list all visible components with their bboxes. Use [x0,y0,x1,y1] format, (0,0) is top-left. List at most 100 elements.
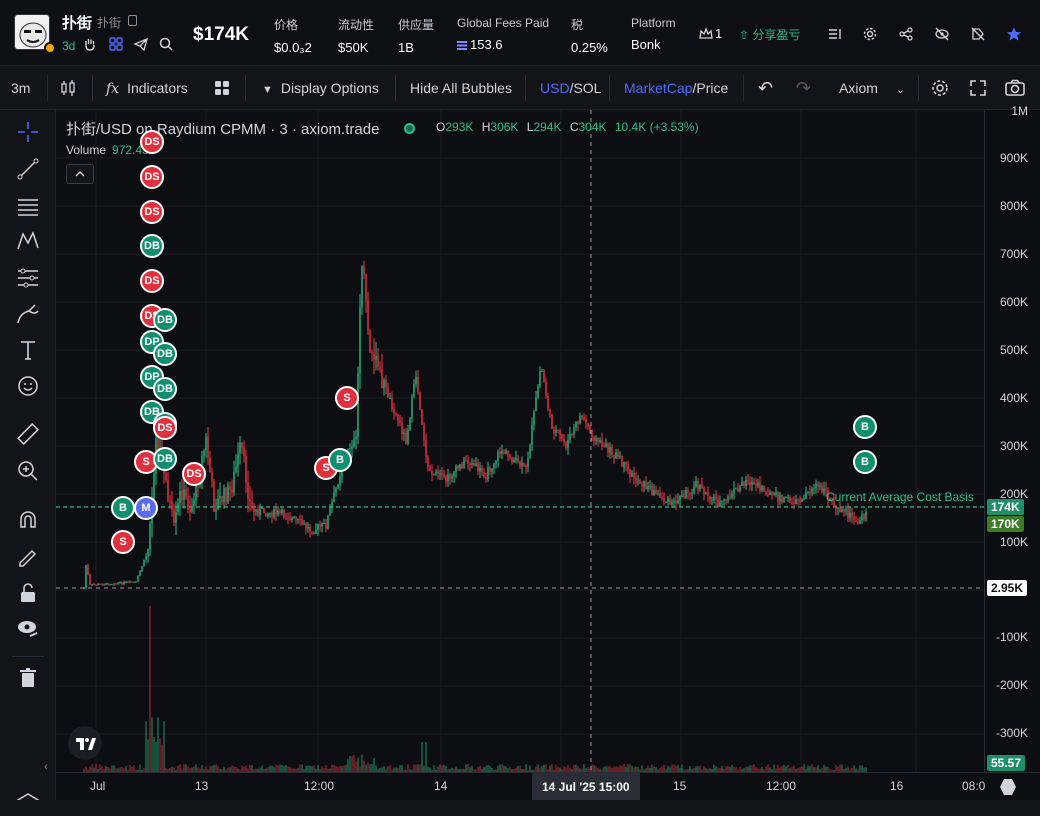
token-header: 扑街 扑街 3d $174K 价格 $0.0₃2 流动性 $50K 供应量 1B… [0,0,1040,66]
copy-icon[interactable] [128,15,137,26]
trade-bubble[interactable]: DS [182,462,206,486]
trade-bubble[interactable]: DS [140,130,164,154]
candle-body [811,488,813,493]
settings-list-icon[interactable] [827,26,843,42]
source-selector[interactable]: Axiom ⌄ [839,66,905,110]
hand-icon[interactable] [82,36,98,52]
candle-body [427,456,429,468]
hide-bubbles-button[interactable]: Hide All Bubbles [410,66,512,110]
pencil-lock-icon[interactable] [15,543,41,569]
trade-bubble[interactable]: DS [140,269,164,293]
usd-option[interactable]: USD [540,80,570,96]
telegram-icon[interactable] [133,36,149,52]
candle-body [521,462,523,467]
display-options-button[interactable]: ▼ Display Options [262,66,379,110]
crosshair-price-tag: 2.95K [987,580,1028,596]
volume-bar [417,764,419,772]
crown-icon[interactable] [698,26,714,42]
candle-body [719,501,721,507]
candle-body [441,473,443,475]
trade-bubble[interactable]: B [853,415,877,439]
currency-toggle[interactable]: USD/SOL [540,66,601,110]
trade-bubble[interactable]: DS [140,165,164,189]
volume-bar [749,765,751,772]
mcap-price-toggle[interactable]: MarketCap/Price [624,66,728,110]
trade-bubble[interactable]: DB [153,342,177,366]
ruler-tool-icon[interactable] [15,421,41,447]
trade-bubble[interactable]: S [111,530,135,554]
volume-bar [215,764,217,772]
trade-bubble[interactable]: DB [153,447,177,471]
volume-bar [361,754,363,772]
zoom-in-icon[interactable] [15,458,41,484]
magnet-icon[interactable] [15,507,41,533]
candle-body [633,472,635,479]
gear-icon[interactable] [862,26,878,42]
time-axis[interactable]: Jul 13 12:00 14 14 Jul '25 15:00 15 12:0… [56,772,1040,801]
trade-bubble[interactable]: DB [140,234,164,258]
trade-bubble[interactable]: DB [153,377,177,401]
undo-icon[interactable]: ↶ [758,66,773,110]
candle-body [349,448,351,450]
trade-bubble[interactable]: S [335,386,359,410]
volume-bar [555,764,557,772]
volume-bar [439,764,441,772]
candle-body [601,439,603,447]
chart-settings-gear-icon[interactable] [930,78,950,98]
candle-body [703,487,705,494]
share-icon[interactable] [898,26,914,42]
expand-arrow-icon[interactable]: ‹ [44,761,48,773]
volume-bar [299,764,301,772]
candle-body [243,447,245,457]
lock-icon[interactable] [15,580,41,606]
share-pnl-button[interactable]: ⇧ 分享盈亏 [739,26,800,43]
link-icon[interactable] [108,36,124,52]
scroll-end-icon[interactable] [1000,779,1016,795]
sol-option[interactable]: /SOL [570,80,602,96]
camera-icon[interactable] [1004,78,1026,98]
crosshair-tool-icon[interactable] [15,119,41,145]
price-axis[interactable]: 1M 900K 800K 700K 600K 500K 400K 300K 20… [984,104,1040,772]
brush-tool-icon[interactable] [15,301,41,327]
marketcap-option[interactable]: MarketCap [624,80,692,96]
redo-icon[interactable]: ↷ [796,66,811,110]
candle-body [541,370,543,372]
candle-body [715,497,717,500]
trash-icon[interactable] [15,665,41,691]
measure-lines-tool-icon[interactable] [15,265,41,291]
hide-eye-icon[interactable] [934,26,950,42]
text-tool-icon[interactable] [15,337,41,363]
chart-canvas[interactable] [56,110,984,772]
eye-icon[interactable] [15,616,41,642]
pattern-tool-icon[interactable] [15,228,41,254]
trade-bubble[interactable]: DB [153,308,177,332]
tradingview-logo-icon[interactable] [68,726,102,760]
candle-body [467,460,469,464]
avg-cost-label: Current Average Cost Basis [826,490,974,504]
volume-bar [365,764,367,772]
indicators-button[interactable]: fx Indicators [106,66,188,110]
candle-body [637,480,639,482]
candle-type-icon[interactable] [59,79,77,97]
trade-bubble[interactable]: B [328,448,352,472]
price-chart[interactable]: 扑街/USD on Raydium CPMM · 3 · axiom.trade… [56,110,984,772]
horizontal-lines-tool-icon[interactable] [15,193,41,219]
trade-bubble[interactable]: M [134,496,158,520]
collapse-legend-button[interactable] [66,164,94,184]
search-icon[interactable] [158,36,174,52]
layout-grid-icon[interactable] [213,79,231,97]
fullscreen-icon[interactable] [968,78,988,98]
emoji-tool-icon[interactable] [15,373,41,399]
trade-bubble[interactable]: B [111,496,135,520]
price-option[interactable]: /Price [692,80,728,96]
trade-bubble[interactable]: DS [140,200,164,224]
star-icon[interactable] [1006,26,1022,42]
interval-selector[interactable]: 3m [11,66,30,110]
volume-bar [301,764,303,772]
candle-body [717,499,719,507]
trendline-tool-icon[interactable] [15,156,41,182]
trade-bubble[interactable]: B [853,450,877,474]
trade-bubble[interactable]: DS [153,416,177,440]
hide-tag-icon[interactable] [970,26,986,42]
volume-bar [623,764,625,772]
